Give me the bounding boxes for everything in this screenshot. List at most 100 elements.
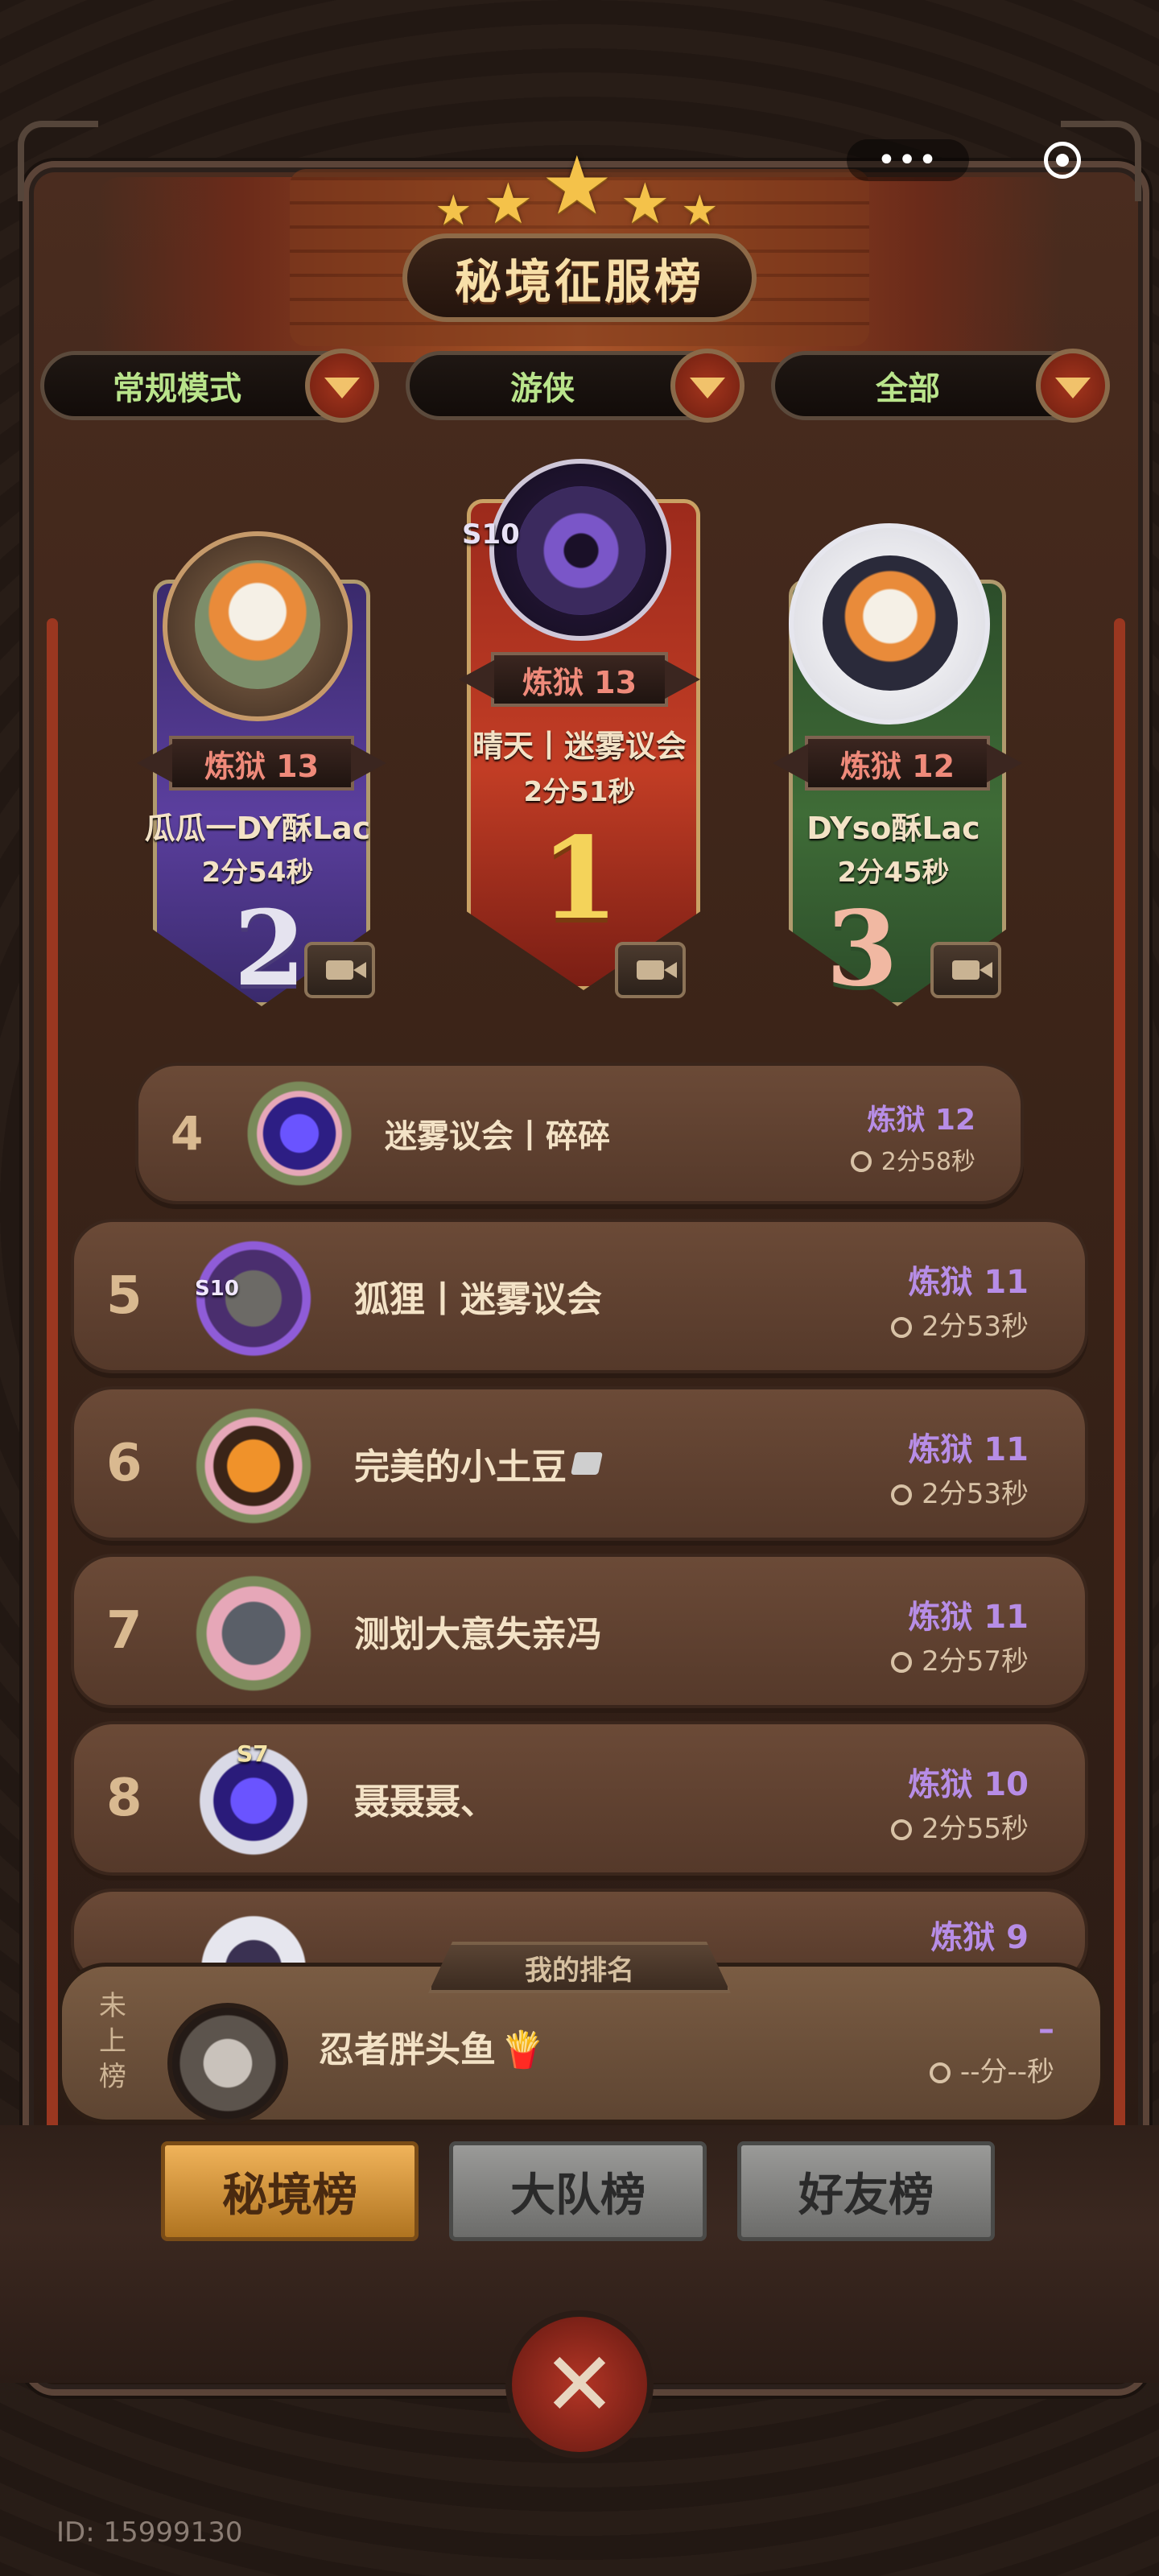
tab-squad[interactable]: 大队榜 [449, 2141, 707, 2241]
tab-friends[interactable]: 好友榜 [737, 2141, 995, 2241]
fries-icon: 🍟 [501, 2029, 545, 2070]
table-row[interactable]: 5 S10 狐狸丨迷雾议会 炼狱 11 2分53秒 [71, 1219, 1088, 1373]
user-id: ID: 15999130 [56, 2516, 243, 2549]
clear-time-value: 2分55秒 [922, 1813, 1029, 1845]
player-name: 瓜瓜一DY酥Lac [144, 811, 371, 846]
player-name-text: 完美的小土豆 [354, 1447, 567, 1488]
filter-mode-label: 常规模式 [113, 370, 241, 407]
unranked-char: 未 [99, 1990, 126, 2022]
filter-scope[interactable]: 全部 [771, 349, 1110, 423]
star-icon: ★ [541, 138, 613, 233]
avatar [163, 531, 353, 721]
unranked-char: 榜 [99, 2061, 126, 2093]
player-name: 完美的小土豆 [354, 1389, 603, 1538]
clock-icon [929, 2062, 951, 2083]
tier-label: 炼狱 11 [908, 1431, 1029, 1468]
page-title-plate: 秘境征服榜 [402, 233, 757, 322]
my-player-name: 忍者胖头鱼 🍟 [319, 2021, 545, 2072]
more-capsule[interactable]: ••• [847, 139, 969, 181]
my-time-value: --分--秒 [959, 2056, 1054, 2088]
table-row[interactable]: 6 完美的小土豆 炼狱 11 2分53秒 [71, 1386, 1088, 1541]
filter-class[interactable]: 游侠 [406, 349, 744, 423]
avatar-image [823, 555, 958, 691]
filter-scope-label: 全部 [876, 370, 940, 407]
corner-ornament [18, 121, 98, 201]
clock-icon [891, 1317, 913, 1338]
tier-label: 炼狱 9 [930, 1919, 1029, 1956]
clock-icon [891, 1484, 913, 1505]
clear-time: 2分55秒 [891, 1806, 1029, 1846]
rank-number: 4 [171, 1106, 204, 1161]
table-row[interactable]: 7 测划大意失亲冯 炼狱 11 2分57秒 [71, 1554, 1088, 1708]
clear-time: 2分51秒 [523, 776, 636, 808]
clear-time-value: 2分57秒 [922, 1645, 1029, 1678]
clear-time: 2分45秒 [837, 857, 950, 889]
battle-button[interactable]: ✕ [505, 2310, 654, 2458]
my-player-name-text: 忍者胖头鱼 [319, 2029, 496, 2070]
unranked-status: 未 上 榜 [84, 1988, 142, 2095]
page-title: 秘境征服榜 [454, 254, 704, 309]
my-rank-tab: 我的排名 [428, 1942, 731, 1993]
video-replay-button[interactable] [304, 942, 375, 998]
more-dots-icon[interactable]: ••• [877, 144, 939, 176]
star-icon: ★ [483, 171, 534, 237]
rank-number: 3 [826, 889, 898, 1009]
video-replay-button[interactable] [930, 942, 1001, 998]
clock-icon [891, 1652, 913, 1673]
close-capsule[interactable] [1006, 139, 1119, 181]
player-name: 狐狸丨迷雾议会 [354, 1279, 602, 1320]
clear-time: 2分53秒 [891, 1472, 1029, 1511]
player-name: 聂聂聂、 [354, 1781, 496, 1823]
tab-secret-realm[interactable]: 秘境榜 [161, 2141, 419, 2241]
dropdown-icon[interactable] [305, 349, 379, 423]
player-name: 迷雾议会丨碎碎 [385, 1118, 610, 1155]
tier-label: 炼狱 12 [867, 1104, 975, 1137]
clear-time: 2分57秒 [891, 1639, 1029, 1678]
flag-icon [571, 1452, 603, 1475]
season-badge: S7 [237, 1740, 269, 1767]
my-tier: – [1038, 2011, 1054, 2048]
star-icon: ★ [435, 187, 472, 235]
clear-time: 2分58秒 [850, 1141, 975, 1177]
season-badge: S10 [195, 1277, 239, 1301]
clear-time-value: 2分53秒 [922, 1311, 1029, 1343]
my-avatar [167, 2003, 288, 2124]
player-badge [193, 1573, 314, 1694]
tier-label: 炼狱 12 [773, 736, 1022, 791]
filter-mode[interactable]: 常规模式 [40, 349, 379, 423]
rank-number: 5 [106, 1266, 142, 1326]
table-row[interactable]: 4 迷雾议会丨碎碎 炼狱 12 2分58秒 [135, 1063, 1024, 1204]
unranked-char: 上 [99, 2025, 126, 2058]
video-replay-icon [637, 960, 677, 980]
season-badge: S10 [462, 518, 520, 551]
rank-number: 2 [233, 889, 306, 1009]
avatar [789, 523, 990, 724]
table-row[interactable]: 8 S7 聂聂聂、 炼狱 10 2分55秒 [71, 1721, 1088, 1876]
filter-class-label: 游侠 [510, 370, 575, 407]
dropdown-icon[interactable] [1036, 349, 1110, 423]
podium-first[interactable]: S10 炼狱 13 晴天丨迷雾议会 2分51秒 1 [459, 435, 700, 990]
player-name: DYso酥Lac [806, 811, 980, 846]
tier-label: 炼狱 11 [908, 1264, 1029, 1301]
clear-time: 2分53秒 [891, 1304, 1029, 1344]
video-replay-icon [952, 960, 992, 980]
tier-label: 炼狱 10 [908, 1766, 1029, 1803]
tier-label: 炼狱 13 [459, 652, 700, 707]
player-badge [245, 1079, 354, 1188]
avatar-image [517, 486, 645, 615]
clock-icon [850, 1151, 872, 1172]
avatar-image [195, 560, 320, 689]
rank-number: 7 [106, 1601, 142, 1661]
player-badge [193, 1406, 314, 1526]
podium-third[interactable]: 炼狱 12 DYso酥Lac 2分45秒 3 [773, 523, 1022, 1014]
dropdown-icon[interactable] [670, 349, 744, 423]
rank-number: 8 [106, 1769, 142, 1828]
player-name: 晴天丨迷雾议会 [472, 729, 687, 764]
clock-icon [891, 1819, 913, 1840]
video-replay-icon [326, 960, 366, 980]
clear-time-value: 2分53秒 [922, 1478, 1029, 1510]
video-replay-button[interactable] [615, 942, 686, 998]
panel-edge-right [1114, 618, 1125, 2228]
target-icon[interactable] [1044, 142, 1081, 179]
star-icon: ★ [681, 187, 719, 235]
